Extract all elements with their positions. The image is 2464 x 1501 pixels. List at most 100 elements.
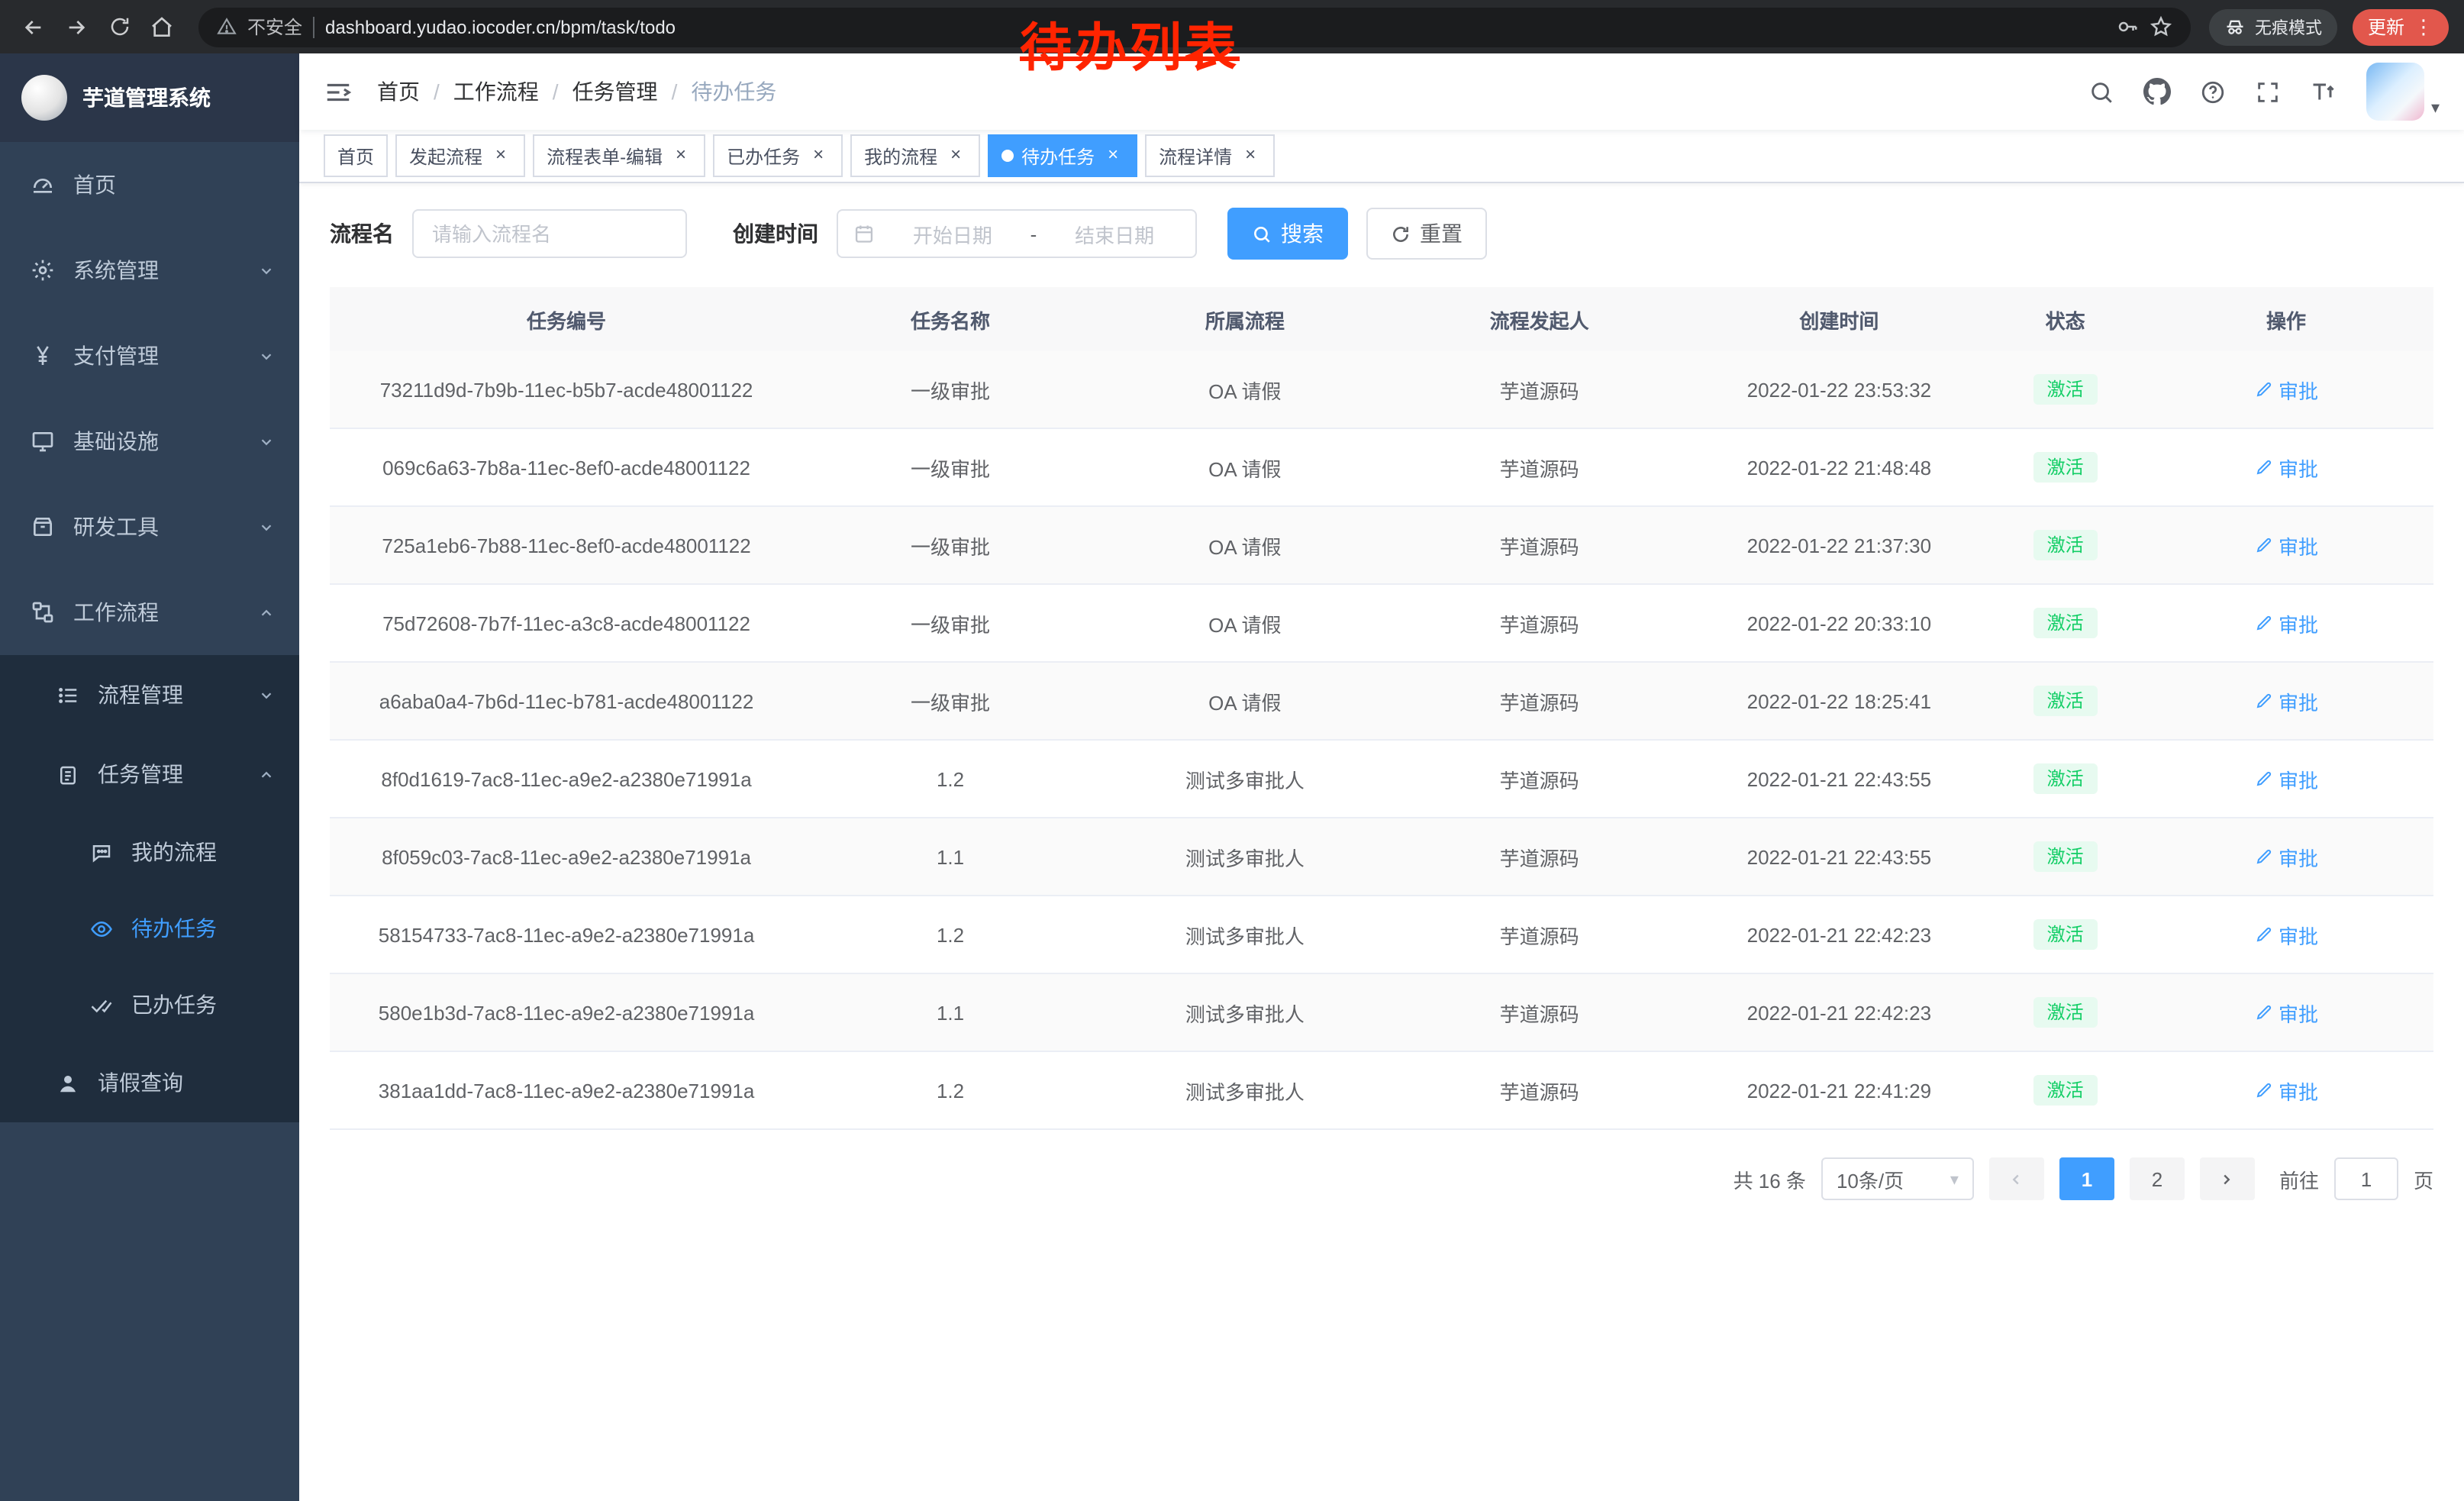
sidebar-item-task-mgmt[interactable]: 任务管理 bbox=[0, 734, 299, 814]
incognito-badge[interactable]: 无痕模式 bbox=[2209, 8, 2337, 45]
sidebar-item-done-tasks[interactable]: 已办任务 bbox=[0, 967, 299, 1043]
search-icon bbox=[1252, 224, 1272, 244]
close-icon[interactable]: × bbox=[1102, 145, 1124, 166]
approve-link[interactable]: 审批 bbox=[2254, 998, 2318, 1027]
search-icon[interactable] bbox=[2089, 79, 2115, 105]
browser-reload-icon[interactable] bbox=[101, 8, 137, 45]
tab-todo-tasks[interactable]: 待办任务 × bbox=[988, 134, 1137, 177]
cell-initiator: 芋道源码 bbox=[1392, 740, 1687, 818]
sidebar-item-infrastructure[interactable]: 基础设施 bbox=[0, 399, 299, 484]
prev-page-button[interactable] bbox=[1989, 1157, 2044, 1200]
cell-action: 审批 bbox=[2139, 740, 2433, 818]
fullscreen-icon[interactable] bbox=[2256, 79, 2282, 105]
page-button-2[interactable]: 2 bbox=[2130, 1157, 2185, 1200]
filter-bar: 流程名 创建时间 开始日期 - 结束日期 搜索 bbox=[330, 208, 2433, 260]
total-count: 共 16 条 bbox=[1734, 1164, 1806, 1193]
approve-link[interactable]: 审批 bbox=[2254, 453, 2318, 482]
cell-task-id: 73211d9d-7b9b-11ec-b5b7-acde48001122 bbox=[330, 351, 803, 428]
sidebar-item-devtools[interactable]: 研发工具 bbox=[0, 484, 299, 570]
workflow-icon bbox=[31, 600, 55, 625]
approve-link[interactable]: 审批 bbox=[2254, 375, 2318, 404]
breadcrumb-current: 待办任务 bbox=[691, 76, 776, 107]
chevron-right-icon bbox=[2219, 1170, 2236, 1187]
approve-link[interactable]: 审批 bbox=[2254, 920, 2318, 949]
edit-pencil-icon bbox=[2254, 458, 2272, 476]
sidebar-item-payment[interactable]: 支付管理 bbox=[0, 313, 299, 399]
cell-task-name: 1.2 bbox=[803, 1051, 1098, 1129]
browser-forward-icon[interactable] bbox=[58, 8, 95, 45]
approve-link[interactable]: 审批 bbox=[2254, 531, 2318, 560]
close-icon[interactable]: × bbox=[945, 145, 966, 166]
cell-action: 审批 bbox=[2139, 428, 2433, 506]
cell-task-id: 725a1eb6-7b88-11ec-8ef0-acde48001122 bbox=[330, 506, 803, 584]
reset-button[interactable]: 重置 bbox=[1366, 208, 1487, 260]
approve-link[interactable]: 审批 bbox=[2254, 608, 2318, 638]
table-row: 75d72608-7b7f-11ec-a3c8-acde48001122 一级审… bbox=[330, 584, 2433, 662]
cell-created: 2022-01-21 22:43:55 bbox=[1687, 740, 1992, 818]
chevron-down-icon bbox=[258, 518, 275, 535]
goto-page-input[interactable] bbox=[2334, 1157, 2398, 1200]
chevron-down-icon bbox=[258, 686, 275, 703]
tab-start-process[interactable]: 发起流程 × bbox=[395, 134, 525, 177]
key-icon[interactable] bbox=[2116, 15, 2139, 38]
bookmark-star-icon[interactable] bbox=[2150, 15, 2172, 38]
page-size-select[interactable]: 10条/页 ▾ bbox=[1821, 1157, 1974, 1200]
edit-pencil-icon bbox=[2254, 847, 2272, 866]
browser-back-icon[interactable] bbox=[15, 8, 52, 45]
sidebar-item-leave-query[interactable]: 请假查询 bbox=[0, 1043, 299, 1122]
page-button-1[interactable]: 1 bbox=[2059, 1157, 2114, 1200]
breadcrumb-task-mgmt[interactable]: 任务管理 bbox=[572, 76, 658, 107]
tab-process-form-edit[interactable]: 流程表单-编辑 × bbox=[533, 134, 705, 177]
breadcrumb-home[interactable]: 首页 bbox=[377, 76, 420, 107]
close-icon[interactable]: × bbox=[670, 145, 692, 166]
avatar[interactable] bbox=[2367, 63, 2425, 121]
user-menu[interactable]: ▾ bbox=[2367, 63, 2440, 121]
person-icon bbox=[55, 1070, 79, 1095]
help-icon[interactable] bbox=[2201, 79, 2227, 105]
cell-task-name: 一级审批 bbox=[803, 584, 1098, 662]
tab-home[interactable]: 首页 bbox=[324, 134, 388, 177]
cell-initiator: 芋道源码 bbox=[1392, 351, 1687, 428]
cell-initiator: 芋道源码 bbox=[1392, 896, 1687, 973]
close-icon[interactable]: × bbox=[808, 145, 829, 166]
sidebar-item-home[interactable]: 首页 bbox=[0, 142, 299, 228]
approve-link[interactable]: 审批 bbox=[2254, 686, 2318, 715]
sidebar-logo[interactable]: 芋道管理系统 bbox=[0, 53, 299, 142]
date-range-picker[interactable]: 开始日期 - 结束日期 bbox=[837, 209, 1197, 258]
browser-update-button[interactable]: 更新 ⋮ bbox=[2353, 8, 2449, 45]
status-badge: 激活 bbox=[2033, 374, 2098, 405]
status-badge: 激活 bbox=[2033, 452, 2098, 483]
sidebar-item-my-processes[interactable]: 我的流程 bbox=[0, 814, 299, 890]
cell-task-name: 一级审批 bbox=[803, 351, 1098, 428]
tab-my-processes[interactable]: 我的流程 × bbox=[850, 134, 980, 177]
list-icon bbox=[55, 683, 79, 707]
process-name-input[interactable] bbox=[412, 209, 687, 258]
browser-home-icon[interactable] bbox=[144, 8, 180, 45]
cell-initiator: 芋道源码 bbox=[1392, 1051, 1687, 1129]
close-icon[interactable]: × bbox=[490, 145, 511, 166]
approve-link[interactable]: 审批 bbox=[2254, 764, 2318, 793]
eye-icon bbox=[89, 916, 113, 941]
browser-menu-icon[interactable]: ⋮ bbox=[2414, 17, 2433, 37]
col-action: 操作 bbox=[2139, 287, 2433, 351]
sidebar-item-workflow[interactable]: 工作流程 bbox=[0, 570, 299, 655]
next-page-button[interactable] bbox=[2200, 1157, 2255, 1200]
approve-link[interactable]: 审批 bbox=[2254, 842, 2318, 871]
close-icon[interactable]: × bbox=[1240, 145, 1261, 166]
security-warning-icon[interactable] bbox=[217, 17, 237, 37]
sidebar-item-todo-tasks[interactable]: 待办任务 bbox=[0, 890, 299, 967]
tab-process-detail[interactable]: 流程详情 × bbox=[1145, 134, 1275, 177]
approve-link[interactable]: 审批 bbox=[2254, 1076, 2318, 1105]
cell-process: OA 请假 bbox=[1098, 662, 1392, 740]
cell-task-name: 1.2 bbox=[803, 896, 1098, 973]
sidebar-collapse-icon[interactable] bbox=[299, 53, 377, 130]
tab-done-tasks[interactable]: 已办任务 × bbox=[713, 134, 843, 177]
table-row: 381aa1dd-7ac8-11ec-a9e2-a2380e71991a 1.2… bbox=[330, 1051, 2433, 1129]
create-time-label: 创建时间 bbox=[733, 218, 818, 249]
sidebar-item-process-mgmt[interactable]: 流程管理 bbox=[0, 655, 299, 734]
github-icon[interactable] bbox=[2144, 78, 2172, 105]
search-button[interactable]: 搜索 bbox=[1227, 208, 1348, 260]
sidebar-item-system[interactable]: 系统管理 bbox=[0, 228, 299, 313]
breadcrumb-workflow[interactable]: 工作流程 bbox=[453, 76, 539, 107]
font-size-icon[interactable] bbox=[2311, 78, 2338, 105]
